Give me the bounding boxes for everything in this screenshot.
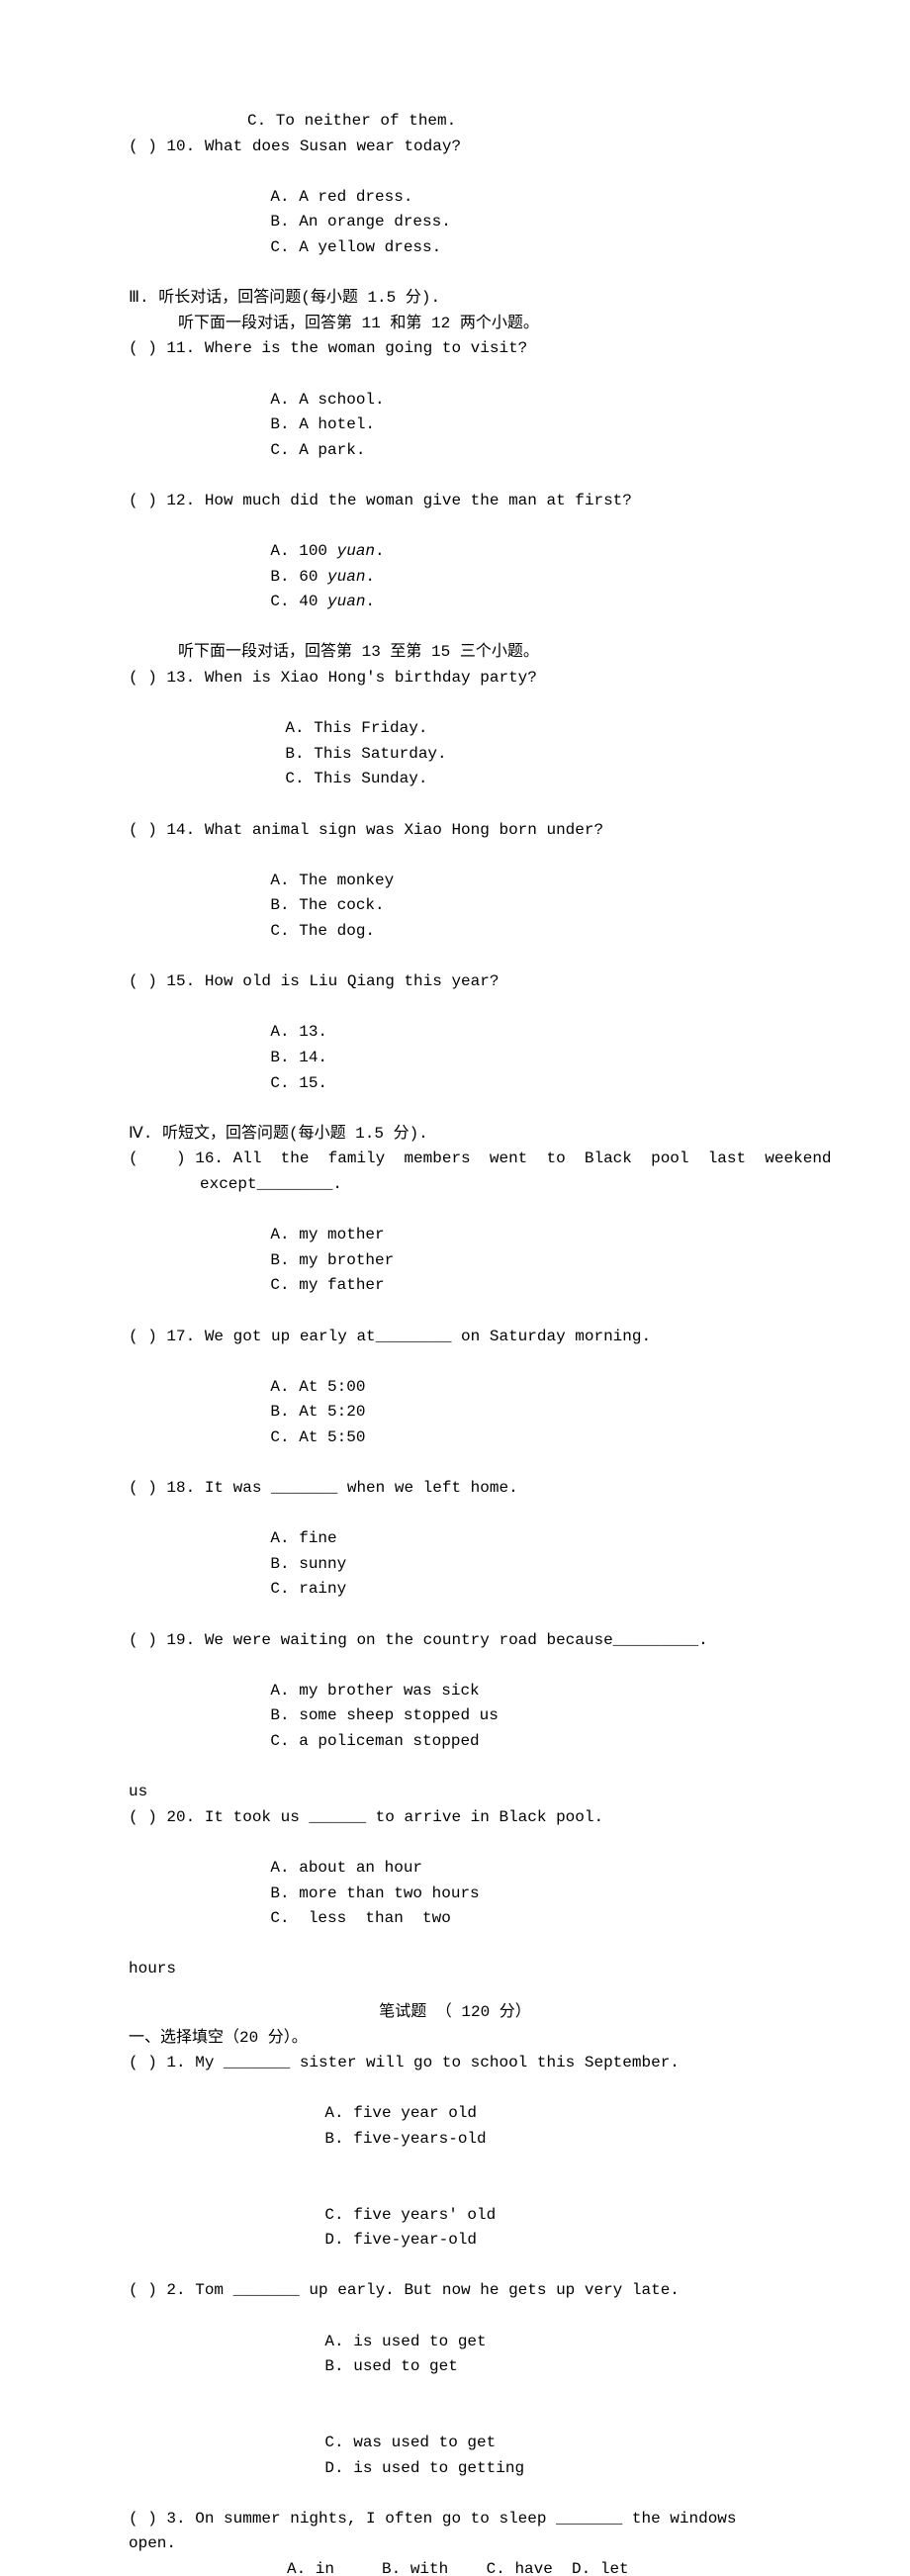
q16-optA: A. my mother	[270, 1226, 384, 1243]
q12-optB-pre: B. 60	[270, 568, 327, 586]
q9-optC: C. To neither of them.	[129, 109, 781, 135]
q18-stem: ( ) 18. It was _______ when we left home…	[129, 1476, 781, 1502]
q20-tail: hours	[129, 1957, 781, 1982]
mc-title: 一、选择填空（20 分）。	[129, 2026, 781, 2052]
q11-stem: ( ) 11. Where is the woman going to visi…	[129, 336, 781, 362]
q10-optA: A. A red dress.	[270, 188, 412, 206]
exam-page: C. To neither of them. ( ) 10. What does…	[0, 0, 910, 2576]
q12-optA-pre: A. 100	[270, 542, 336, 560]
m2-stem: ( ) 2. Tom _______ up early. But now he …	[129, 2278, 781, 2304]
section4-title: Ⅳ. 听短文，回答问题(每小题 1.5 分).	[129, 1122, 781, 1148]
written-title: 笔试题 （ 120 分）	[129, 2000, 781, 2026]
m2-optA: A. is used to get	[324, 2333, 486, 2350]
m3-opts: A. in B. with C. have D. let	[129, 2557, 781, 2576]
m2-row1: A. is used to get B. used to get	[129, 2304, 781, 2405]
q10-stem: ( ) 10. What does Susan wear today?	[129, 135, 781, 160]
q16-stem-l1: ( ) 16. All the family members went to B…	[129, 1147, 781, 1172]
m1-stem: ( ) 1. My _______ sister will go to scho…	[129, 2051, 781, 2076]
section3-title: Ⅲ. 听长对话，回答问题(每小题 1.5 分).	[129, 286, 781, 312]
m2-row2: C. was used to get D. is used to getting	[129, 2405, 781, 2506]
q18-optC: C. rainy	[270, 1580, 346, 1598]
q10-optC: C. A yellow dress.	[270, 238, 441, 256]
q19-optC: C. a policeman stopped	[270, 1732, 479, 1750]
q15-stem: ( ) 15. How old is Liu Qiang this year?	[129, 969, 781, 995]
q17-optC: C. At 5:50	[270, 1428, 365, 1446]
section3-sub1: 听下面一段对话，回答第 11 和第 12 两个小题。	[129, 312, 781, 337]
m2-optB: B. used to get	[324, 2357, 457, 2375]
q13-stem: ( ) 13. When is Xiao Hong's birthday par…	[129, 666, 781, 691]
q20-stem: ( ) 20. It took us ______ to arrive in B…	[129, 1805, 781, 1831]
q19-optA: A. my brother was sick	[270, 1682, 479, 1700]
m1-optB: B. five-years-old	[324, 2130, 486, 2148]
q17-stem: ( ) 17. We got up early at________ on Sa…	[129, 1325, 781, 1350]
q14-optB: B. The cock.	[270, 896, 384, 914]
q18-optB: B. sunny	[270, 1555, 346, 1573]
q18-optA: A. fine	[270, 1529, 336, 1547]
m1-optC: C. five years' old	[324, 2206, 496, 2224]
q12-optA-post: .	[375, 542, 385, 560]
m3-stem: ( ) 3. On summer nights, I often go to s…	[129, 2507, 781, 2557]
m1-optD: D. five-year-old	[324, 2231, 477, 2249]
m2-optD: D. is used to getting	[324, 2459, 524, 2477]
q13-options: A. This Friday. B. This Saturday. C. Thi…	[129, 691, 781, 818]
q16-optC: C. my father	[270, 1276, 384, 1294]
q14-stem: ( ) 14. What animal sign was Xiao Hong b…	[129, 818, 781, 844]
q15-optB: B. 14.	[270, 1049, 327, 1066]
q17-options: A. At 5:00 B. At 5:20 C. At 5:50	[129, 1349, 781, 1476]
q19-stem: ( ) 19. We were waiting on the country r…	[129, 1628, 781, 1654]
q19-tail: us	[129, 1780, 781, 1805]
q10-optB: B. An orange dress.	[270, 213, 450, 230]
q19-optB: B. some sheep stopped us	[270, 1706, 498, 1724]
q12-optC-pre: C. 40	[270, 593, 327, 610]
q18-options: A. fine B. sunny C. rainy	[129, 1502, 781, 1628]
m1-row1: A. five year old B. five-years-old	[129, 2076, 781, 2177]
q11-optA: A. A school.	[270, 391, 384, 409]
q11-options: A. A school. B. A hotel. C. A park.	[129, 362, 781, 489]
q16-stem-l2: except________.	[129, 1172, 781, 1198]
section3-sub2: 听下面一段对话，回答第 13 至第 15 三个小题。	[129, 640, 781, 666]
q12-optB-em: yuan	[327, 568, 365, 586]
q12-optA-em: yuan	[337, 542, 375, 560]
q12-optC-post: .	[365, 593, 375, 610]
q13-optB: B. This Saturday.	[285, 745, 446, 763]
q12-stem: ( ) 12. How much did the woman give the …	[129, 489, 781, 514]
q14-options: A. The monkey B. The cock. C. The dog.	[129, 843, 781, 969]
q10-options: A. A red dress. B. An orange dress. C. A…	[129, 159, 781, 286]
q14-optC: C. The dog.	[270, 922, 375, 940]
q17-optB: B. At 5:20	[270, 1403, 365, 1421]
q12-optB-post: .	[365, 568, 375, 586]
q20-optB: B. more than two hours	[270, 1885, 479, 1902]
q11-optC: C. A park.	[270, 441, 365, 459]
m1-row2: C. five years' old D. five-year-old	[129, 2177, 781, 2278]
text: C. To neither of them.	[247, 112, 456, 130]
q15-optA: A. 13.	[270, 1023, 327, 1041]
q20-optC: C. less than two	[270, 1909, 450, 1927]
q19-options: A. my brother was sick B. some sheep sto…	[129, 1653, 781, 1780]
q15-options: A. 13. B. 14. C. 15.	[129, 995, 781, 1122]
q14-optA: A. The monkey	[270, 872, 394, 889]
q13-optA: A. This Friday.	[285, 719, 427, 737]
q12-optC-em: yuan	[327, 593, 365, 610]
q11-optB: B. A hotel.	[270, 415, 375, 433]
q12-options: A. 100 yuan. B. 60 yuan. C. 40 yuan.	[129, 514, 781, 641]
m1-optA: A. five year old	[324, 2104, 477, 2122]
q16-options: A. my mother B. my brother C. my father	[129, 1198, 781, 1325]
q20-options: A. about an hour B. more than two hours …	[129, 1830, 781, 1957]
m2-optC: C. was used to get	[324, 2434, 496, 2451]
q16-optB: B. my brother	[270, 1251, 394, 1269]
q13-optC: C. This Sunday.	[285, 770, 427, 787]
q20-optA: A. about an hour	[270, 1859, 422, 1877]
q17-optA: A. At 5:00	[270, 1378, 365, 1396]
q15-optC: C. 15.	[270, 1074, 327, 1092]
